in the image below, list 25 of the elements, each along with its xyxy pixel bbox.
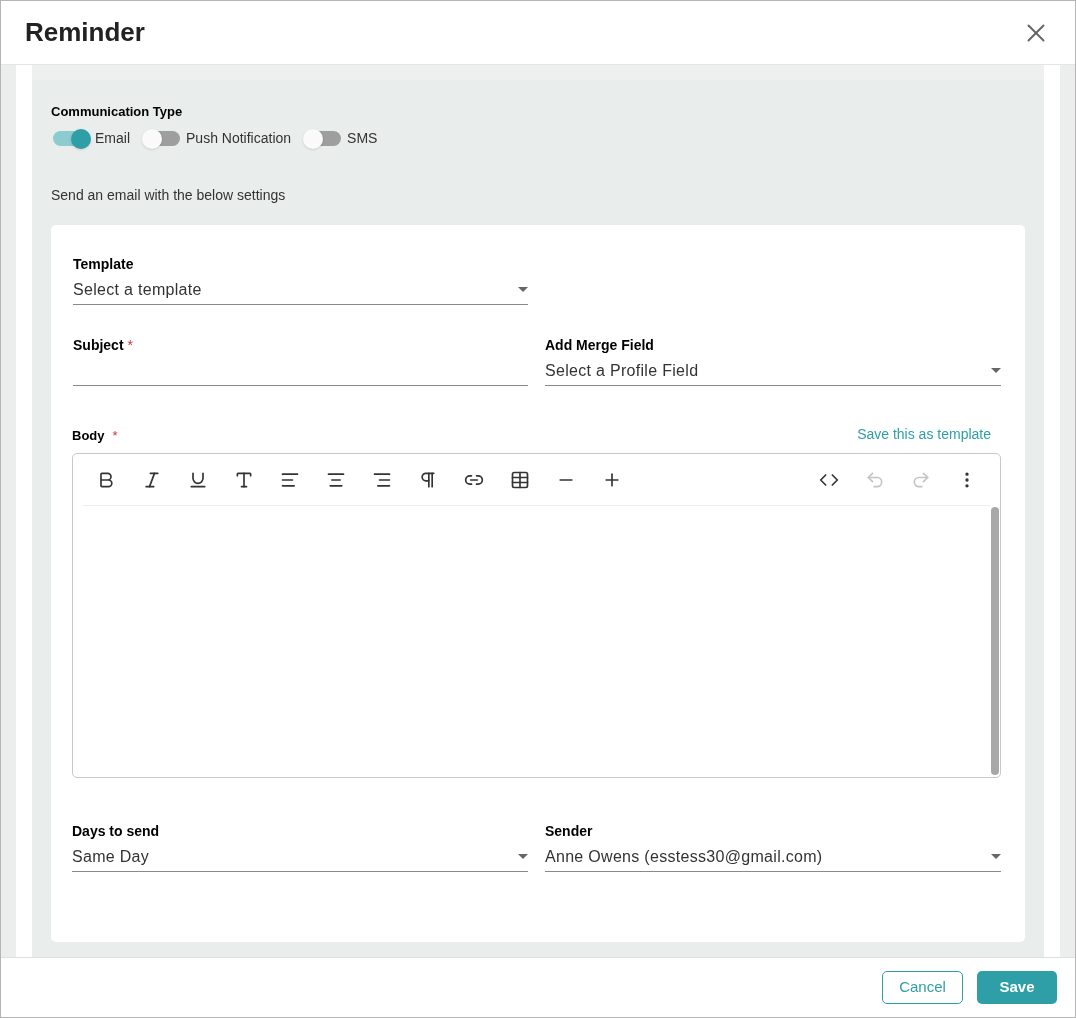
section-label: Communication Type (51, 102, 184, 121)
toggle-switch[interactable] (51, 128, 91, 149)
toggle-label: Push Notification (186, 129, 292, 148)
caret-icon (991, 854, 1001, 859)
dialog-title: Reminder (25, 16, 145, 49)
field-label: Add Merge Field (545, 336, 655, 355)
field-label: Template (73, 255, 135, 274)
field-label: Subject (73, 336, 124, 355)
caret-icon (518, 854, 528, 859)
field-label: Body (72, 426, 105, 445)
toggle-label: SMS (347, 129, 378, 148)
template-select[interactable]: Select a template (73, 275, 528, 305)
days-select[interactable]: Same Day (72, 842, 528, 872)
field-label: Days to send (72, 822, 161, 841)
required-mark: * (112, 426, 118, 445)
merge-field-select[interactable]: Select a Profile Field (545, 356, 1001, 386)
caret-icon (518, 287, 528, 292)
caret-icon (991, 368, 1001, 373)
toggle-switch[interactable] (142, 128, 182, 149)
field-label: Sender (545, 822, 594, 841)
toggle-label: Email (95, 129, 130, 148)
scrollbar-thumb[interactable] (991, 507, 999, 775)
sender-select[interactable]: Anne Owens (esstess30@gmail.com) (545, 842, 1001, 872)
required-mark: * (127, 336, 134, 355)
description-text: Send an email with the below settings (51, 186, 287, 205)
